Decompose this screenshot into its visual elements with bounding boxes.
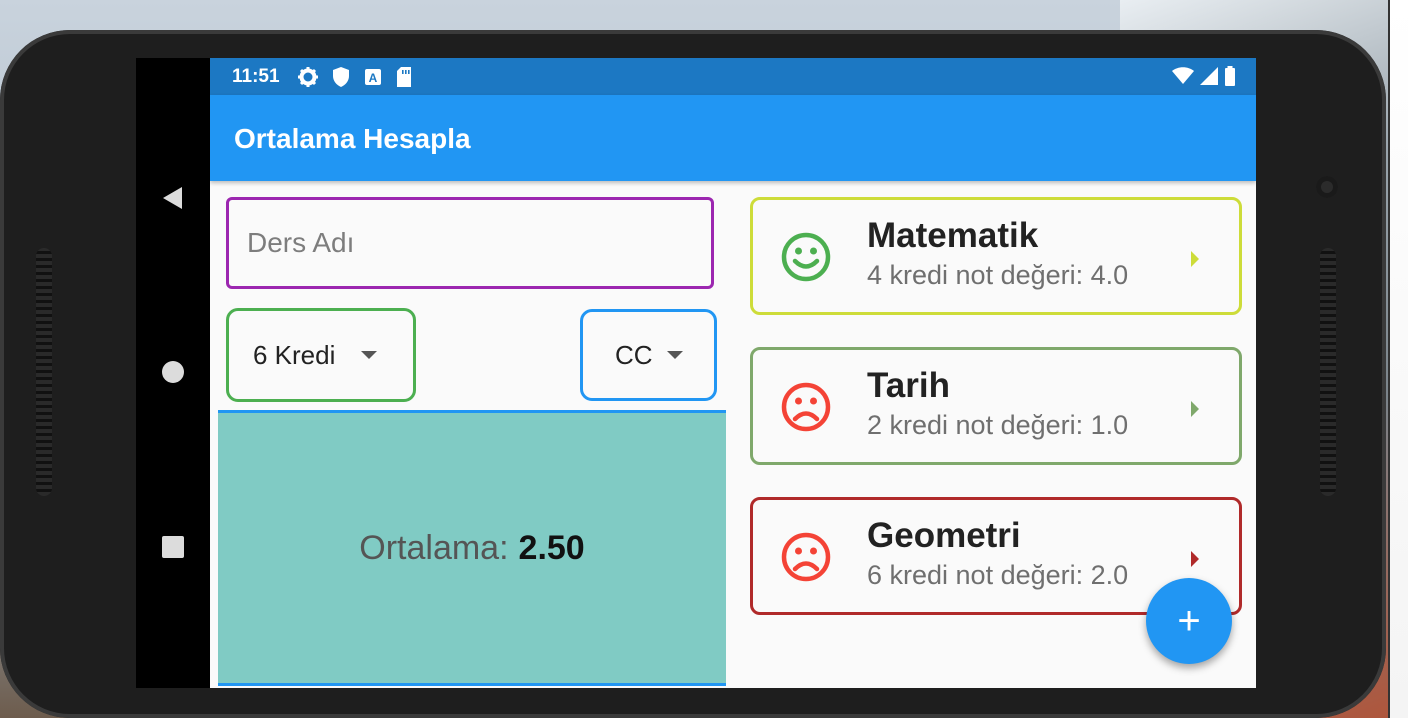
arrow-right-icon <box>1191 251 1199 267</box>
status-right-icons <box>1172 66 1236 91</box>
gear-icon <box>297 66 318 87</box>
status-bar: 11:51 A <box>210 58 1256 95</box>
wifi-icon <box>1172 67 1194 90</box>
arrow-right-icon <box>1191 401 1199 417</box>
status-time: 11:51 <box>232 65 280 87</box>
background-window-edge <box>1388 0 1408 718</box>
average-result-panel: Ortalama: 2.50 <box>218 410 726 686</box>
page-title: Ortalama Hesapla <box>234 123 471 154</box>
lesson-name: Geometri <box>867 516 1021 555</box>
chevron-down-icon <box>361 351 378 359</box>
battery-icon <box>1224 66 1236 91</box>
chevron-down-icon <box>666 351 683 359</box>
arrow-right-icon <box>1191 551 1199 567</box>
frown-icon <box>781 532 831 582</box>
camera-lens <box>1316 176 1338 198</box>
speaker-grille-right <box>1320 248 1336 496</box>
app-bar: Ortalama Hesapla <box>210 95 1256 181</box>
svg-text:A: A <box>368 71 377 85</box>
home-icon[interactable] <box>158 357 188 387</box>
plus-icon: + <box>1177 598 1201 643</box>
signal-icon <box>1200 67 1218 90</box>
a-box-icon: A <box>364 68 382 86</box>
average-label: Ortalama: <box>359 528 509 567</box>
add-lesson-button[interactable]: + <box>1146 578 1232 664</box>
device-screen: 11:51 A Ortalama Hesapla Ders Adı 6 Kred… <box>136 58 1256 688</box>
lesson-detail: 6 kredi not değeri: 2.0 <box>867 560 1129 590</box>
grade-dropdown[interactable]: CC <box>580 309 717 401</box>
android-nav-bar <box>136 58 210 688</box>
credit-dropdown-value: 6 Kredi <box>253 339 336 370</box>
average-value: 2.50 <box>518 528 585 567</box>
smile-icon <box>781 232 831 282</box>
phone-frame: 11:51 A Ortalama Hesapla Ders Adı 6 Kred… <box>0 30 1386 718</box>
recents-icon[interactable] <box>158 532 188 562</box>
lesson-name-field[interactable] <box>226 197 714 289</box>
credit-dropdown[interactable]: 6 Kredi <box>226 308 416 402</box>
lesson-detail: 2 kredi not değeri: 1.0 <box>867 410 1129 440</box>
lesson-name-input[interactable] <box>245 226 689 260</box>
lesson-name: Matematik <box>867 216 1039 255</box>
lesson-card[interactable]: Tarih 2 kredi not değeri: 1.0 <box>750 347 1242 465</box>
sd-card-icon <box>396 66 412 87</box>
frown-icon <box>781 382 831 432</box>
grade-dropdown-value: CC <box>615 339 653 370</box>
app-window: 11:51 A Ortalama Hesapla Ders Adı 6 Kred… <box>210 58 1256 688</box>
shield-icon <box>332 66 350 87</box>
speaker-grille-left <box>36 248 52 496</box>
back-icon[interactable] <box>158 183 188 213</box>
lesson-card[interactable]: Matematik 4 kredi not değeri: 4.0 <box>750 197 1242 315</box>
lesson-detail: 4 kredi not değeri: 4.0 <box>867 260 1129 290</box>
lesson-name: Tarih <box>867 366 950 405</box>
